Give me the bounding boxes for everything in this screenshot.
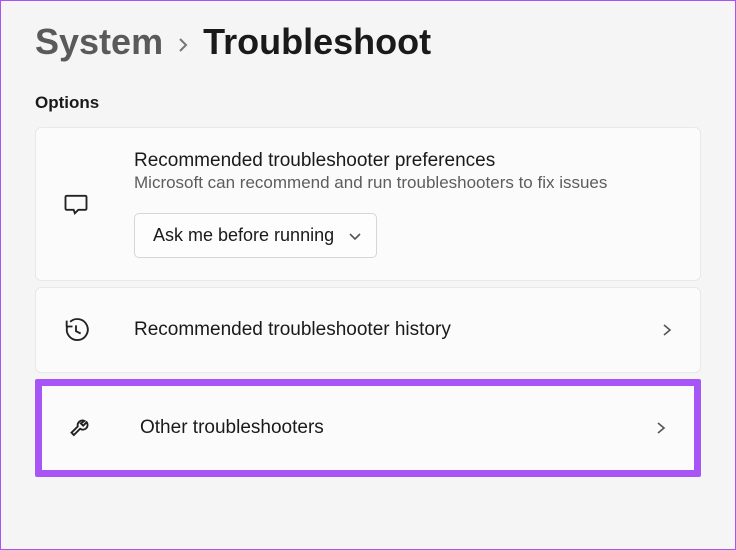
recommended-history-row[interactable]: Recommended troubleshooter history bbox=[35, 287, 701, 373]
other-troubleshooters-row[interactable]: Other troubleshooters bbox=[35, 379, 701, 477]
troubleshooter-preferences-card: Recommended troubleshooter preferences M… bbox=[35, 127, 701, 281]
chevron-right-icon bbox=[177, 37, 189, 53]
chevron-right-icon bbox=[654, 421, 668, 435]
page-title: Troubleshoot bbox=[203, 21, 431, 63]
breadcrumb: System Troubleshoot bbox=[35, 21, 701, 63]
other-troubleshooters-label: Other troubleshooters bbox=[140, 417, 654, 439]
wrench-icon bbox=[68, 414, 96, 442]
history-row-label: Recommended troubleshooter history bbox=[134, 319, 660, 341]
chevron-right-icon bbox=[660, 323, 674, 337]
comment-icon bbox=[62, 190, 90, 218]
section-label-options: Options bbox=[35, 93, 701, 113]
chevron-down-icon bbox=[348, 229, 362, 243]
preferences-dropdown[interactable]: Ask me before running bbox=[134, 213, 377, 258]
preferences-subtitle: Microsoft can recommend and run troubles… bbox=[134, 173, 676, 193]
breadcrumb-parent-link[interactable]: System bbox=[35, 21, 163, 63]
preferences-title: Recommended troubleshooter preferences bbox=[134, 150, 676, 172]
dropdown-selected-value: Ask me before running bbox=[153, 225, 334, 246]
history-icon bbox=[62, 316, 90, 344]
